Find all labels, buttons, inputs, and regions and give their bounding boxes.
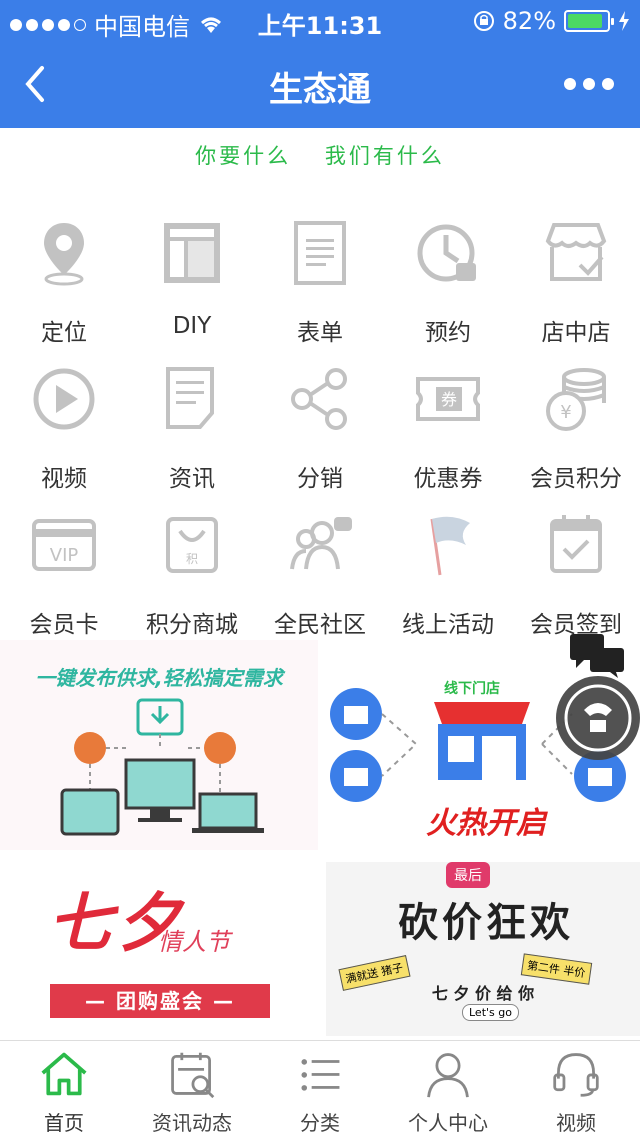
grid-item-label: 优惠券 <box>413 466 483 492</box>
feature-grid: 定位 DIY 表单 预约 店中店 视频 资讯 分销 券 优惠券 ¥ 会员积分 V… <box>0 205 640 643</box>
grid-item-label: DIY <box>172 313 212 339</box>
banner-tag: 最后 <box>446 862 490 888</box>
tab-video[interactable]: 视频 <box>512 1041 640 1136</box>
phone-icon <box>564 684 632 752</box>
grid-item-label: 资讯 <box>169 466 215 492</box>
banner-supply-demand[interactable]: 一键发布供求,轻松搞定需求 <box>0 640 318 850</box>
coins-icon: ¥ <box>546 368 606 431</box>
banner-bargain-carnival[interactable]: 最后 砍价狂欢 满就送 猪子 第二件 半价 七 夕 价 给 你 Let's go <box>326 862 640 1036</box>
tab-categories[interactable]: 分类 <box>256 1041 384 1136</box>
grid-item-location[interactable]: 定位 <box>0 205 128 351</box>
grid-item-form[interactable]: 表单 <box>256 205 384 351</box>
community-icon <box>290 517 352 570</box>
grid-item-online-events[interactable]: 线上活动 <box>384 497 512 643</box>
svg-text:积: 积 <box>186 552 198 566</box>
app-screen: 中国电信 上午11:31 82% 生态通 你要什么 我们有什么 定位 DIY 表… <box>0 0 640 1136</box>
banner-bar-text: — 团购盛会 — <box>50 984 270 1018</box>
grid-item-booking[interactable]: 预约 <box>384 205 512 351</box>
grid-item-label: 预约 <box>425 320 471 346</box>
devices-illustration <box>60 698 264 836</box>
svg-text:VIP: VIP <box>50 545 79 566</box>
grid-item-member-points[interactable]: ¥ 会员积分 <box>512 351 640 497</box>
banner-middle-text: 七 夕 价 给 你 <box>431 984 535 1003</box>
banner-title: 一键发布供求,轻松搞定需求 <box>35 666 283 690</box>
share-icon <box>291 368 347 430</box>
grid-item-member-checkin[interactable]: 会员签到 <box>512 497 640 643</box>
grid-item-label: 全民社区 <box>274 612 366 638</box>
more-button[interactable] <box>564 78 614 90</box>
headset-icon <box>553 1053 599 1097</box>
banner-text: 火热开启 <box>426 806 546 841</box>
call-float-button[interactable] <box>556 676 640 760</box>
slogan-right: 我们有什么 <box>324 144 445 168</box>
tab-label: 个人中心 <box>408 1111 488 1135</box>
grid-item-community[interactable]: 全民社区 <box>256 497 384 643</box>
grid-item-label: 视频 <box>41 466 87 492</box>
layout-icon <box>164 223 220 283</box>
grid-item-label: 积分商城 <box>146 612 238 638</box>
shopping-bag-icon: 积 <box>166 517 218 573</box>
battery-percent: 82% <box>502 7 556 35</box>
tab-home[interactable]: 首页 <box>0 1041 128 1136</box>
grid-item-video[interactable]: 视频 <box>0 351 128 497</box>
grid-item-label: 分销 <box>297 466 343 492</box>
flag-icon <box>430 516 470 576</box>
grid-row: 视频 资讯 分销 券 优惠券 ¥ 会员积分 <box>0 351 640 497</box>
tab-news-feed[interactable]: 资讯动态 <box>128 1041 256 1136</box>
chat-float-icon[interactable] <box>570 634 626 678</box>
grid-item-shop-in-shop[interactable]: 店中店 <box>512 205 640 351</box>
rotation-lock-icon <box>473 11 494 31</box>
tab-label: 首页 <box>44 1111 84 1135</box>
tab-bar: 首页 资讯动态 分类 个人中心 视频 <box>0 1040 640 1136</box>
form-icon <box>294 221 346 285</box>
grid-item-label: 定位 <box>41 320 87 346</box>
page-title: 生态通 <box>269 70 371 110</box>
slogan-left: 你要什么 <box>195 144 292 168</box>
banner-subtitle: 情人节 <box>158 928 230 956</box>
list-icon <box>301 1059 340 1091</box>
banner-grid: 一键发布供求,轻松搞定需求 线下门店 火热开启 七夕 情人节 — 团购盛会 — … <box>0 640 640 1040</box>
grid-row: VIP 会员卡 积 积分商城 全民社区 线上活动 会员签到 <box>0 497 640 643</box>
grid-item-news[interactable]: 资讯 <box>128 351 256 497</box>
battery-icon <box>564 10 614 32</box>
news-icon <box>166 367 214 429</box>
grid-item-points-mall[interactable]: 积 积分商城 <box>128 497 256 643</box>
banner-go-label: Let's go <box>462 1004 519 1021</box>
grid-row: 定位 DIY 表单 预约 店中店 <box>0 205 640 351</box>
grid-item-coupon[interactable]: 券 优惠券 <box>384 351 512 497</box>
banner-qixi-groupbuy[interactable]: 七夕 情人节 — 团购盛会 — <box>8 862 312 1036</box>
banner-title: 砍价狂欢 <box>398 900 574 946</box>
status-bar: 中国电信 上午11:31 82% <box>0 0 640 41</box>
header: 中国电信 上午11:31 82% 生态通 <box>0 0 640 128</box>
svg-text:券: 券 <box>441 390 457 409</box>
coupon-icon: 券 <box>416 377 480 421</box>
grid-item-diy[interactable]: DIY <box>128 205 256 351</box>
calendar-search-icon <box>171 1052 215 1099</box>
shop-icon <box>545 223 607 281</box>
location-pin-icon <box>44 223 84 286</box>
tab-label: 分类 <box>300 1111 340 1135</box>
nav-bar: 生态通 <box>0 40 640 128</box>
tab-label: 视频 <box>556 1111 596 1135</box>
clock-icon <box>417 224 476 282</box>
status-right: 82% <box>473 7 630 35</box>
grid-item-label: 表单 <box>297 320 343 346</box>
grid-item-label: 会员卡 <box>29 612 99 638</box>
grid-item-member-card[interactable]: VIP 会员卡 <box>0 497 128 643</box>
tab-profile[interactable]: 个人中心 <box>384 1041 512 1136</box>
svg-text:¥: ¥ <box>560 402 571 423</box>
grid-item-distribution[interactable]: 分销 <box>256 351 384 497</box>
tab-label: 资讯动态 <box>152 1111 232 1135</box>
vip-card-icon: VIP <box>32 519 96 571</box>
user-icon <box>427 1053 469 1098</box>
charging-icon <box>619 11 629 31</box>
grid-item-label: 店中店 <box>541 320 611 346</box>
home-icon <box>41 1052 87 1096</box>
slogan: 你要什么 我们有什么 <box>0 140 640 170</box>
play-icon <box>33 368 95 430</box>
calendar-check-icon <box>550 515 602 573</box>
grid-item-label: 会员积分 <box>530 466 622 492</box>
grid-item-label: 线上活动 <box>402 612 494 638</box>
